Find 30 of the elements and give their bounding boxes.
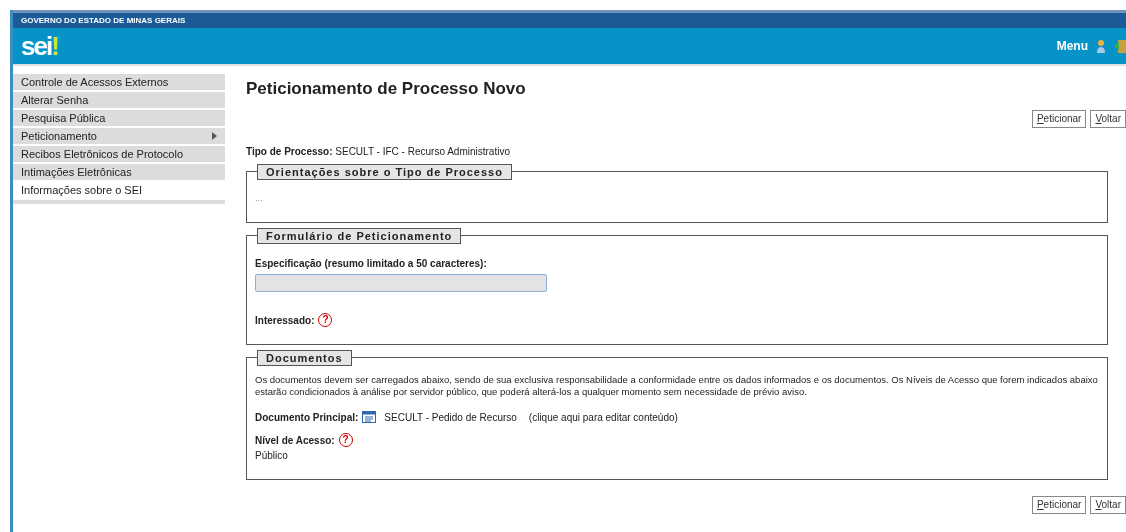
submenu-arrow-icon <box>212 132 217 140</box>
exit-door-icon[interactable] <box>1114 39 1126 53</box>
back-button[interactable]: Voltar <box>1090 495 1126 514</box>
specification-field[interactable] <box>255 273 547 292</box>
sidebar-item[interactable]: Pesquisa Pública <box>13 110 225 126</box>
documents-notice: Os documentos devem ser carregados abaixo, sendo de sua exclusiva responsabilidade a conformidade entre os dados informados e os documentos. Os Níveis de Acesso que forem indicados abaixo estarão condicionados à análise por servidor público, que poderá alterá-los a qualquer momento sem necessidade de prévio aviso. <box>255 373 1099 398</box>
process-type-text: Tipo de Processo: SECULT - IFC - Recurso Administrativo <box>246 144 511 159</box>
user-icon[interactable] <box>1096 39 1106 53</box>
field-label: Documento Principal: <box>255 410 359 425</box>
field-label: Especificação (resumo limitado a 50 caracteres): <box>255 256 488 271</box>
access-level-value: Público <box>255 448 289 463</box>
submit-button[interactable]: Peticionar <box>1031 495 1087 514</box>
guidance-text: ... <box>255 191 264 205</box>
sidebar-item[interactable]: Alterar Senha <box>13 92 225 108</box>
field-label: Interessado: <box>255 313 315 328</box>
document-name: SECULT - Pedido de Recurso <box>384 410 517 425</box>
back-button[interactable]: Voltar <box>1090 109 1126 128</box>
fieldset-legend: Documentos <box>257 349 352 366</box>
edit-link[interactable]: (clique aqui para editar conteúdo) <box>528 409 678 425</box>
sidebar-item[interactable]: Recibos Eletrônicos de Protocolo <box>13 146 225 162</box>
page-title: Peticionamento de Processo Novo <box>246 78 527 100</box>
field-label: Nível de Acesso: <box>255 433 335 448</box>
fieldset-legend: Formulário de Peticionamento <box>257 227 462 244</box>
fieldset-legend: Orientações sobre o Tipo de Processo <box>257 163 512 180</box>
submit-button[interactable]: Peticionar <box>1031 109 1087 128</box>
government-title: GOVERNO DO ESTADO DE MINAS GERAIS <box>21 16 186 25</box>
sidebar-item[interactable]: Controle de Acessos Externos <box>13 74 225 90</box>
sidebar-item[interactable]: Intimações Eletrônicas <box>13 164 225 180</box>
sidebar-item[interactable]: Peticionamento <box>13 128 225 144</box>
document-icon[interactable] <box>362 411 377 423</box>
